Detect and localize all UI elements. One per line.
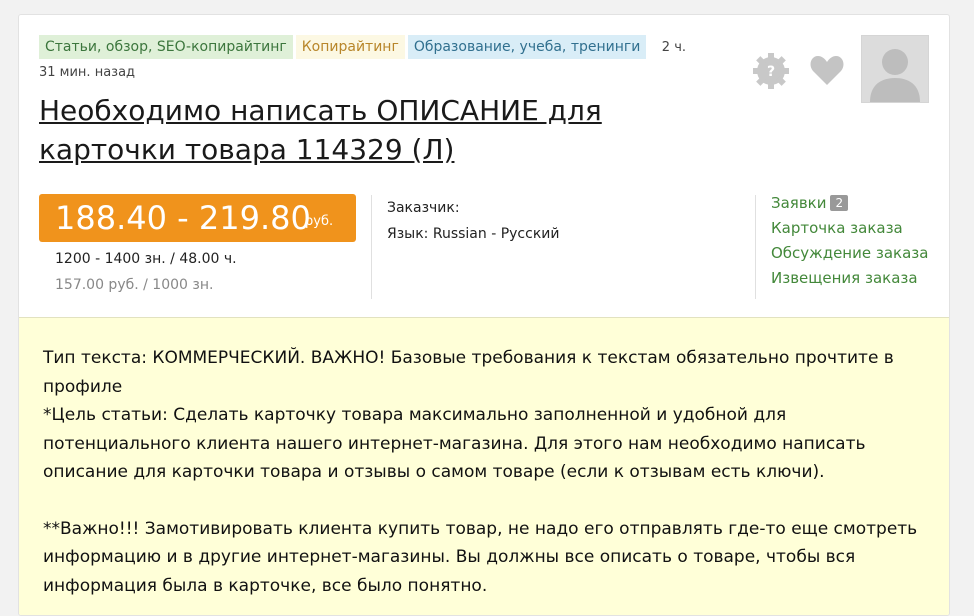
applications-count-badge: 2 (830, 195, 849, 211)
order-notices-link[interactable]: Извещения заказа (771, 266, 928, 291)
rate-per-1000: 157.00 руб. / 1000 зн. (55, 277, 214, 293)
price-currency: руб. (305, 214, 334, 229)
avatar-silhouette-icon (862, 36, 928, 102)
order-title[interactable]: Необходимо написать ОПИСАНИЕ для карточк… (39, 91, 679, 169)
divider (371, 195, 372, 299)
description-paragraph: **Важно!!! Замотивировать клиента купить… (43, 518, 918, 596)
order-card-link[interactable]: Карточка заказа (771, 216, 928, 241)
order-card: Статьи, обзор, SEO-копирайтинг Копирайтин… (18, 14, 950, 616)
customer-info: Заказчик: Язык: Russian - Русский (387, 195, 559, 247)
posted-time-minutes: 31 мин. назад (39, 65, 136, 80)
description-paragraph: *Цель статьи: Сделать карточку товара ма… (43, 405, 866, 482)
order-description: Тип текста: КОММЕРЧЕСКИЙ. ВАЖНО! Базовые… (19, 317, 949, 615)
customer-label: Заказчик: (387, 200, 460, 216)
posted-time-hours: 2 ч. (661, 40, 687, 55)
price-range-badge: 188.40 - 219.80 руб. (39, 194, 356, 242)
svg-text:?: ? (767, 64, 775, 80)
applications-link[interactable]: Заявки 2 (771, 191, 928, 216)
order-discussion-link[interactable]: Обсуждение заказа (771, 241, 928, 266)
tag-education[interactable]: Образование, учеба, тренинги (407, 35, 647, 59)
order-links: Заявки 2 Карточка заказа Обсуждение заказ… (771, 191, 928, 291)
tag-row: Статьи, обзор, SEO-копирайтинг Копирайтин… (39, 35, 719, 85)
tag-articles[interactable]: Статьи, обзор, SEO-копирайтинг (39, 35, 293, 59)
heart-icon[interactable] (809, 53, 845, 87)
question-gear-icon[interactable]: ? (751, 51, 791, 91)
volume-deadline: 1200 - 1400 зн. / 48.00 ч. (55, 251, 237, 267)
price-range: 188.40 - 219.80 (55, 199, 311, 237)
user-avatar[interactable] (861, 35, 929, 103)
divider (755, 195, 756, 299)
tag-copywriting[interactable]: Копирайтинг (295, 35, 405, 59)
description-paragraph: Тип текста: КОММЕРЧЕСКИЙ. ВАЖНО! Базовые… (43, 348, 894, 397)
language-info: Язык: Russian - Русский (387, 226, 560, 242)
